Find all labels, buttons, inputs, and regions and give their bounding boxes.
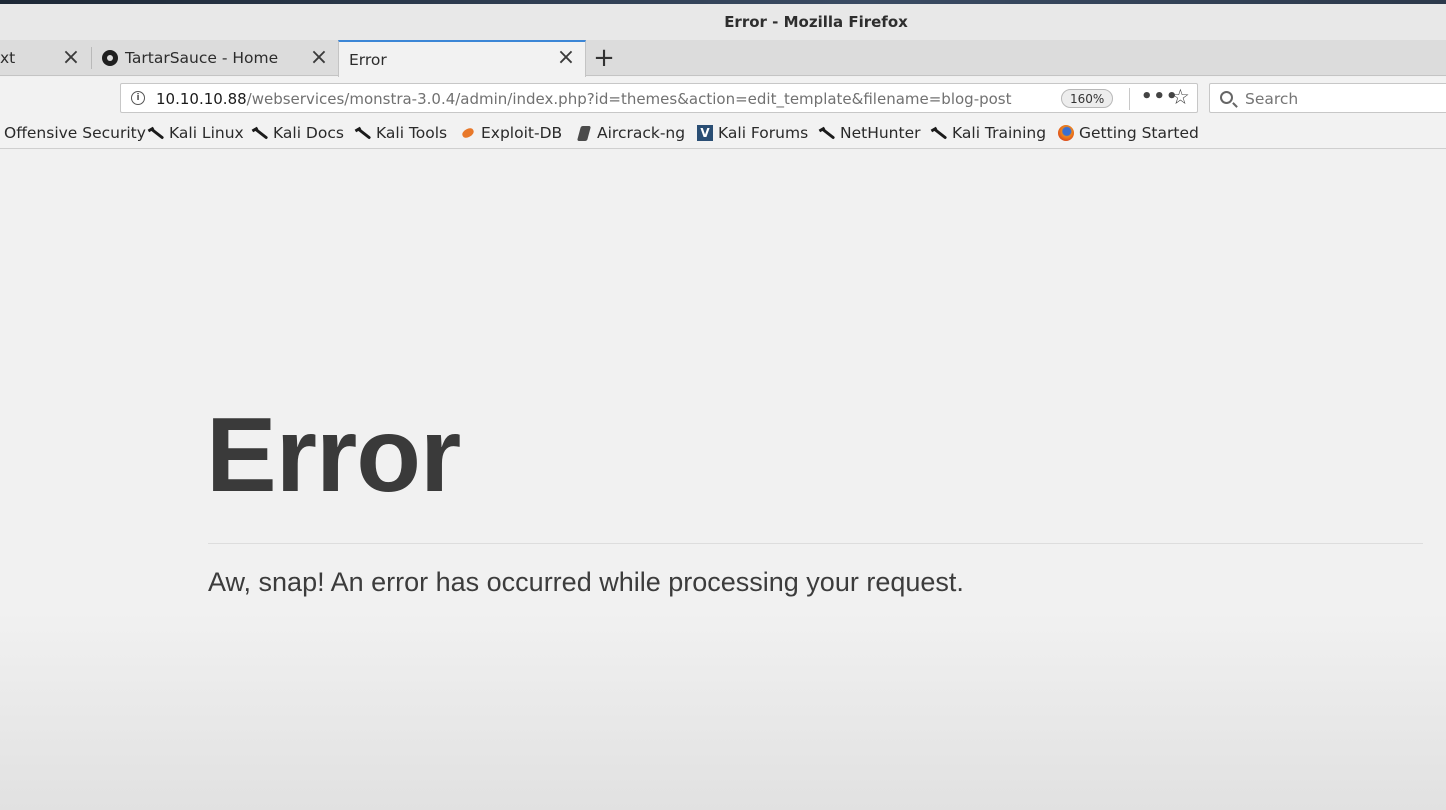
bookmark-label: Kali Forums: [718, 124, 809, 142]
bookmark-kali-linux[interactable]: Kali Linux: [148, 124, 244, 142]
info-icon[interactable]: i: [131, 91, 145, 105]
urlbar-separator: [1129, 88, 1130, 110]
bookmark-label: Kali Docs: [273, 124, 344, 142]
kali-dragon-icon: [355, 125, 371, 141]
kali-dragon-icon: [819, 125, 835, 141]
bookmark-label: Offensive Security: [4, 124, 146, 142]
close-icon[interactable]: ×: [308, 47, 330, 69]
zoom-level-badge[interactable]: 160%: [1061, 89, 1114, 108]
bookmark-label: Kali Tools: [376, 124, 448, 142]
tab-label: TartarSauce - Home: [125, 49, 279, 67]
page-content: Error Aw, snap! An error has occurred wh…: [0, 150, 1446, 810]
close-icon[interactable]: ×: [60, 47, 82, 69]
tab-label: Error: [349, 50, 387, 69]
navigation-toolbar: i 10.10.10.88/webservices/monstra-3.0.4/…: [0, 77, 1446, 119]
url-bar[interactable]: i 10.10.10.88/webservices/monstra-3.0.4/…: [120, 83, 1198, 113]
bookmark-kali-docs[interactable]: Kali Docs: [252, 124, 344, 142]
bookmark-star-icon[interactable]: ☆: [1171, 85, 1190, 109]
kali-dragon-icon: [252, 125, 268, 141]
bookmarks-toolbar: Offensive Security Kali Linux Kali Docs …: [0, 119, 1446, 149]
bookmark-exploit-db[interactable]: Exploit-DB: [460, 124, 562, 142]
tartarsauce-favicon-icon: [102, 50, 118, 66]
bookmark-label: Kali Training: [952, 124, 1047, 142]
window-title: Error - Mozilla Firefox: [724, 13, 908, 31]
kali-dragon-icon: [931, 125, 947, 141]
divider: [208, 543, 1423, 544]
aircrack-icon: [576, 125, 592, 141]
tab-tartarsauce-home[interactable]: TartarSauce - Home: [92, 40, 338, 76]
exploit-db-icon: [460, 125, 476, 141]
url-text[interactable]: 10.10.10.88/webservices/monstra-3.0.4/ad…: [156, 90, 1012, 108]
url-host: 10.10.10.88: [156, 90, 247, 108]
bookmark-label: Exploit-DB: [481, 124, 563, 142]
bookmark-aircrack-ng[interactable]: Aircrack-ng: [576, 124, 685, 142]
new-tab-button[interactable]: +: [590, 43, 618, 73]
bookmark-kali-forums[interactable]: Kali Forums: [697, 124, 808, 142]
bookmark-label: Aircrack-ng: [597, 124, 686, 142]
kali-dragon-icon: [148, 125, 164, 141]
bookmark-label: NetHunter: [840, 124, 921, 142]
search-placeholder: Search: [1245, 90, 1299, 108]
tab-error[interactable]: Error: [338, 40, 586, 77]
error-message: Aw, snap! An error has occurred while pr…: [208, 567, 964, 597]
url-path: /webservices/monstra-3.0.4/admin/index.p…: [246, 90, 1012, 108]
close-icon[interactable]: ×: [555, 47, 577, 69]
bookmark-nethunter[interactable]: NetHunter: [819, 124, 921, 142]
window-titlebar: Error - Mozilla Firefox: [0, 4, 1446, 40]
firefox-icon: [1058, 125, 1074, 141]
bookmark-getting-started[interactable]: Getting Started: [1058, 124, 1199, 142]
search-input[interactable]: Search: [1209, 83, 1446, 113]
kali-forums-icon: [697, 125, 713, 141]
bookmark-label: Getting Started: [1079, 124, 1199, 142]
search-icon: [1220, 91, 1233, 104]
bookmark-kali-training[interactable]: Kali Training: [931, 124, 1046, 142]
bookmark-offensive-security[interactable]: Offensive Security: [4, 124, 146, 142]
tab-strip: xt × TartarSauce - Home × Error × +: [0, 40, 1446, 77]
error-heading: Error: [206, 396, 461, 514]
bookmark-label: Kali Linux: [169, 124, 244, 142]
bookmark-kali-tools[interactable]: Kali Tools: [355, 124, 447, 142]
tab-label: xt: [0, 49, 16, 67]
